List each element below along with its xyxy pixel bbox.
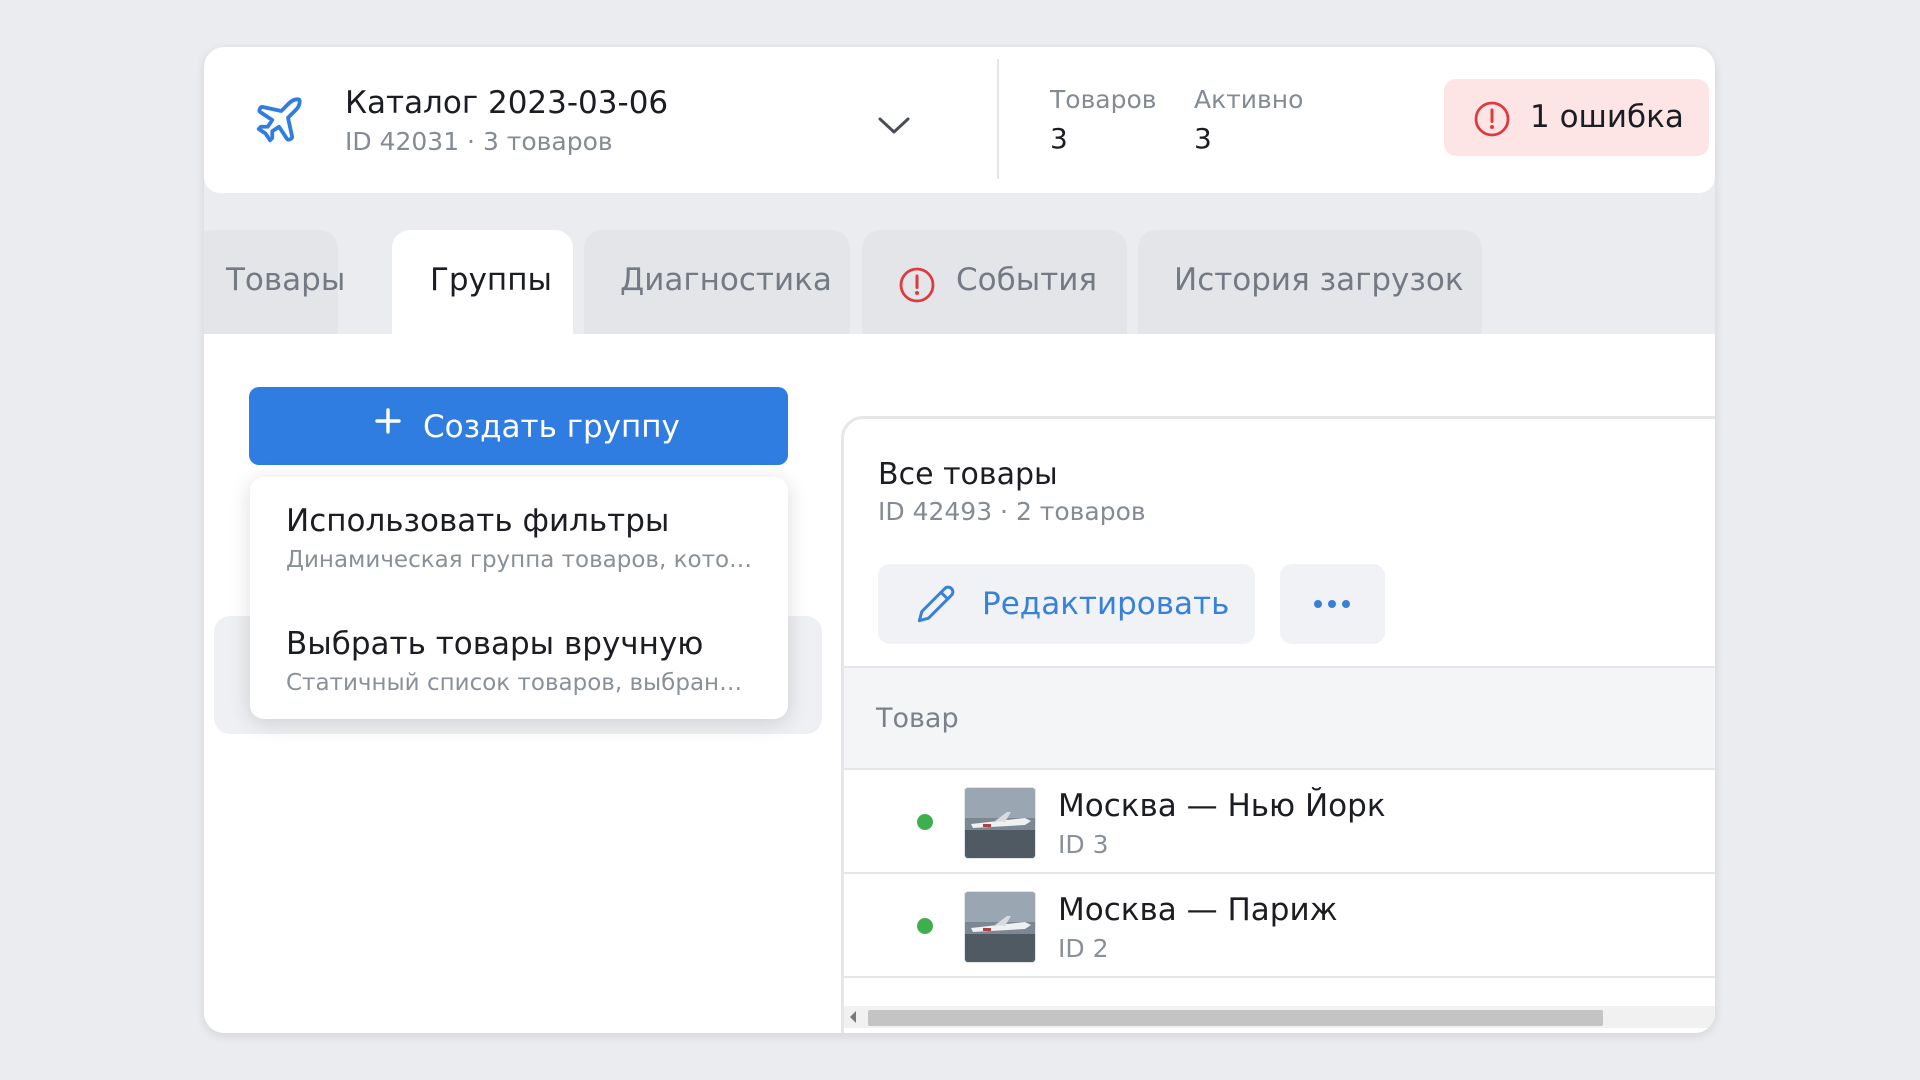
- tab-products[interactable]: Товары: [204, 230, 345, 334]
- tab-label: События: [956, 262, 1098, 298]
- product-thumbnail: [964, 787, 1036, 859]
- group-subtitle: ID 42493 · 2 товаров: [878, 497, 1146, 526]
- status-dot-active: [917, 814, 933, 830]
- scrollbar-thumb[interactable]: [868, 1010, 1603, 1026]
- menu-item-select-manually[interactable]: Выбрать товары вручную Статичный список …: [250, 598, 788, 716]
- stat-active-label: Активно: [1194, 85, 1304, 114]
- column-header-product: Товар: [876, 703, 959, 734]
- plus-icon: [375, 408, 401, 434]
- groups-content: Создать группу Использовать фильтры Дина…: [204, 334, 1715, 1033]
- product-id: ID 3: [1058, 830, 1109, 859]
- catalog-window: Каталог 2023-03-06 ID 42031 · 3 товаров …: [204, 47, 1715, 1033]
- table-row[interactable]: Москва — Париж ID 2: [844, 874, 1715, 978]
- tab-upload-history[interactable]: История загрузок: [1138, 230, 1482, 334]
- error-badge-label: 1 ошибка: [1530, 99, 1684, 135]
- error-badge[interactable]: 1 ошибка: [1444, 79, 1709, 156]
- pencil-icon: [917, 585, 955, 623]
- tab-label: История загрузок: [1174, 262, 1464, 298]
- create-group-label: Создать группу: [423, 409, 680, 445]
- chevron-down-icon[interactable]: [872, 103, 916, 147]
- status-dot-active: [917, 918, 933, 934]
- stat-items-label: Товаров: [1050, 85, 1157, 114]
- edit-button-label: Редактировать: [982, 586, 1230, 622]
- table-header: Товар: [844, 666, 1715, 770]
- scroll-left-arrow-icon[interactable]: [850, 1011, 856, 1023]
- menu-item-description: Статичный список товаров, выбранн...: [286, 670, 756, 696]
- tab-label: Группы: [430, 262, 552, 298]
- group-title: Все товары: [878, 457, 1058, 492]
- catalog-header: Каталог 2023-03-06 ID 42031 · 3 товаров …: [204, 47, 1715, 193]
- menu-item-title: Выбрать товары вручную: [286, 626, 704, 662]
- more-options-button[interactable]: [1280, 564, 1385, 644]
- menu-item-use-filters[interactable]: Использовать фильтры Динамическая группа…: [250, 477, 788, 595]
- table-row[interactable]: Москва — Нью Йорк ID 3: [844, 770, 1715, 874]
- tab-events[interactable]: События: [862, 230, 1127, 334]
- tab-label: Товары: [226, 262, 346, 298]
- product-thumbnail: [964, 891, 1036, 963]
- stat-active-value: 3: [1194, 122, 1212, 155]
- group-detail-panel: Все товары ID 42493 · 2 товаров Редактир…: [841, 416, 1715, 1033]
- alert-icon: [1474, 101, 1510, 137]
- stat-items-value: 3: [1050, 122, 1068, 155]
- catalog-subtitle: ID 42031 · 3 товаров: [345, 127, 613, 156]
- create-group-dropdown: Использовать фильтры Динамическая группа…: [250, 477, 788, 719]
- tab-label: Диагностика: [620, 262, 832, 298]
- tab-diagnostics[interactable]: Диагностика: [584, 230, 850, 334]
- product-name: Москва — Нью Йорк: [1058, 788, 1386, 824]
- product-name: Москва — Париж: [1058, 892, 1338, 928]
- alert-icon: [899, 267, 935, 303]
- create-group-button[interactable]: Создать группу: [249, 387, 788, 465]
- tab-groups[interactable]: Группы: [392, 230, 573, 334]
- header-divider: [997, 59, 999, 179]
- catalog-title: Каталог 2023-03-06: [345, 85, 669, 121]
- menu-item-description: Динамическая группа товаров, котор...: [286, 547, 756, 573]
- edit-button[interactable]: Редактировать: [878, 564, 1255, 644]
- airplane-icon: [256, 97, 302, 143]
- menu-item-title: Использовать фильтры: [286, 503, 670, 539]
- horizontal-scrollbar[interactable]: [844, 1006, 1715, 1028]
- product-id: ID 2: [1058, 934, 1109, 963]
- more-dots-icon: [1314, 600, 1350, 608]
